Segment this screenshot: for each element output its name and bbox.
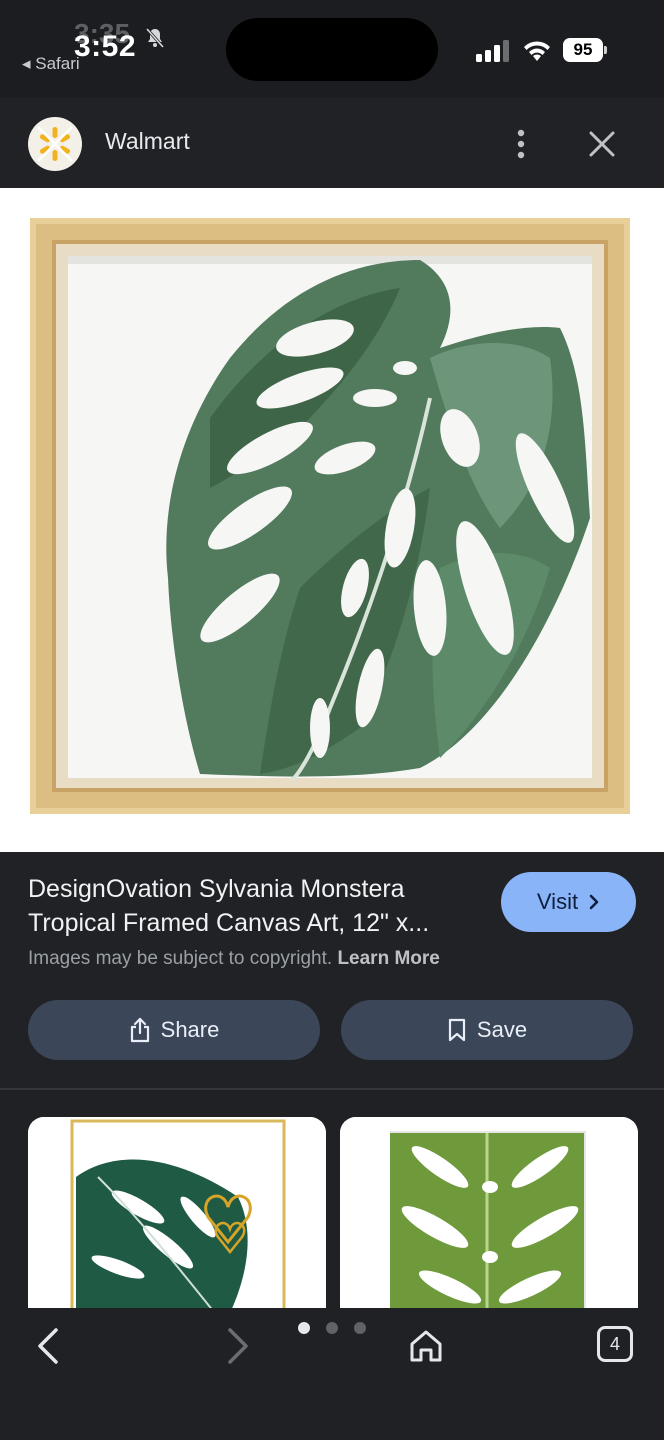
- status-time: 3:52: [74, 30, 137, 63]
- walmart-logo: [28, 117, 82, 171]
- share-button[interactable]: Share: [28, 1000, 320, 1060]
- related-result-card[interactable]: [28, 1117, 326, 1317]
- copyright-notice: Images may be subject to copyright. Lear…: [28, 948, 440, 970]
- page-indicator: [296, 1322, 376, 1336]
- framed-monstera-artwork: [30, 218, 630, 814]
- save-button[interactable]: Save: [341, 1000, 633, 1060]
- copyright-text: Images may be subject to copyright.: [28, 948, 333, 969]
- product-title-line-2: Tropical Framed Canvas Art, 12" x...: [28, 909, 430, 937]
- battery-tip: [604, 46, 607, 54]
- related-result-card[interactable]: [340, 1117, 638, 1317]
- tab-switcher-button[interactable]: 4: [597, 1326, 633, 1362]
- chevron-right-icon: [589, 894, 599, 910]
- back-arrow-icon[interactable]: [32, 1326, 66, 1366]
- result-header: Walmart: [0, 98, 664, 188]
- bell-muted-icon: [145, 28, 165, 48]
- tab-count: 4: [609, 1334, 620, 1354]
- product-title-line-1: DesignOvation Sylvania Monstera: [28, 875, 405, 903]
- section-divider: [0, 1088, 664, 1090]
- forward-arrow-icon[interactable]: [220, 1326, 254, 1366]
- wifi-icon: [524, 41, 550, 61]
- related-image-green-monstera: [340, 1117, 638, 1317]
- product-title[interactable]: DesignOvation Sylvania Monstera Tropical…: [28, 872, 488, 940]
- product-image[interactable]: [0, 188, 664, 852]
- share-label: Share: [160, 1017, 220, 1042]
- save-label: Save: [476, 1017, 528, 1042]
- share-icon: [130, 1017, 149, 1043]
- related-image-monstera-gold-heart: [28, 1117, 326, 1317]
- more-options-icon[interactable]: [508, 128, 534, 160]
- battery-level: 95: [563, 38, 603, 62]
- status-bar: 3:35 3:52 ◂ Safari 95: [0, 0, 664, 98]
- visit-label: Visit: [536, 889, 579, 914]
- back-to-app-link[interactable]: ◂ Safari: [22, 54, 80, 74]
- battery-indicator: 95: [563, 38, 607, 62]
- bottom-navigation: 4: [0, 1308, 664, 1440]
- dynamic-island: [226, 18, 438, 81]
- learn-more-link[interactable]: Learn More: [337, 948, 439, 969]
- page-dot: [326, 1322, 338, 1334]
- close-icon[interactable]: [586, 128, 618, 160]
- site-name: Walmart: [105, 128, 190, 154]
- cellular-signal-icon: [476, 40, 509, 62]
- walmart-spark-icon: [37, 126, 73, 162]
- page-dot: [354, 1322, 366, 1334]
- home-icon[interactable]: [408, 1326, 444, 1366]
- visit-button[interactable]: Visit: [501, 872, 636, 932]
- bookmark-icon: [448, 1018, 466, 1042]
- product-info: DesignOvation Sylvania Monstera Tropical…: [0, 852, 664, 1088]
- page-dot-active: [298, 1322, 310, 1334]
